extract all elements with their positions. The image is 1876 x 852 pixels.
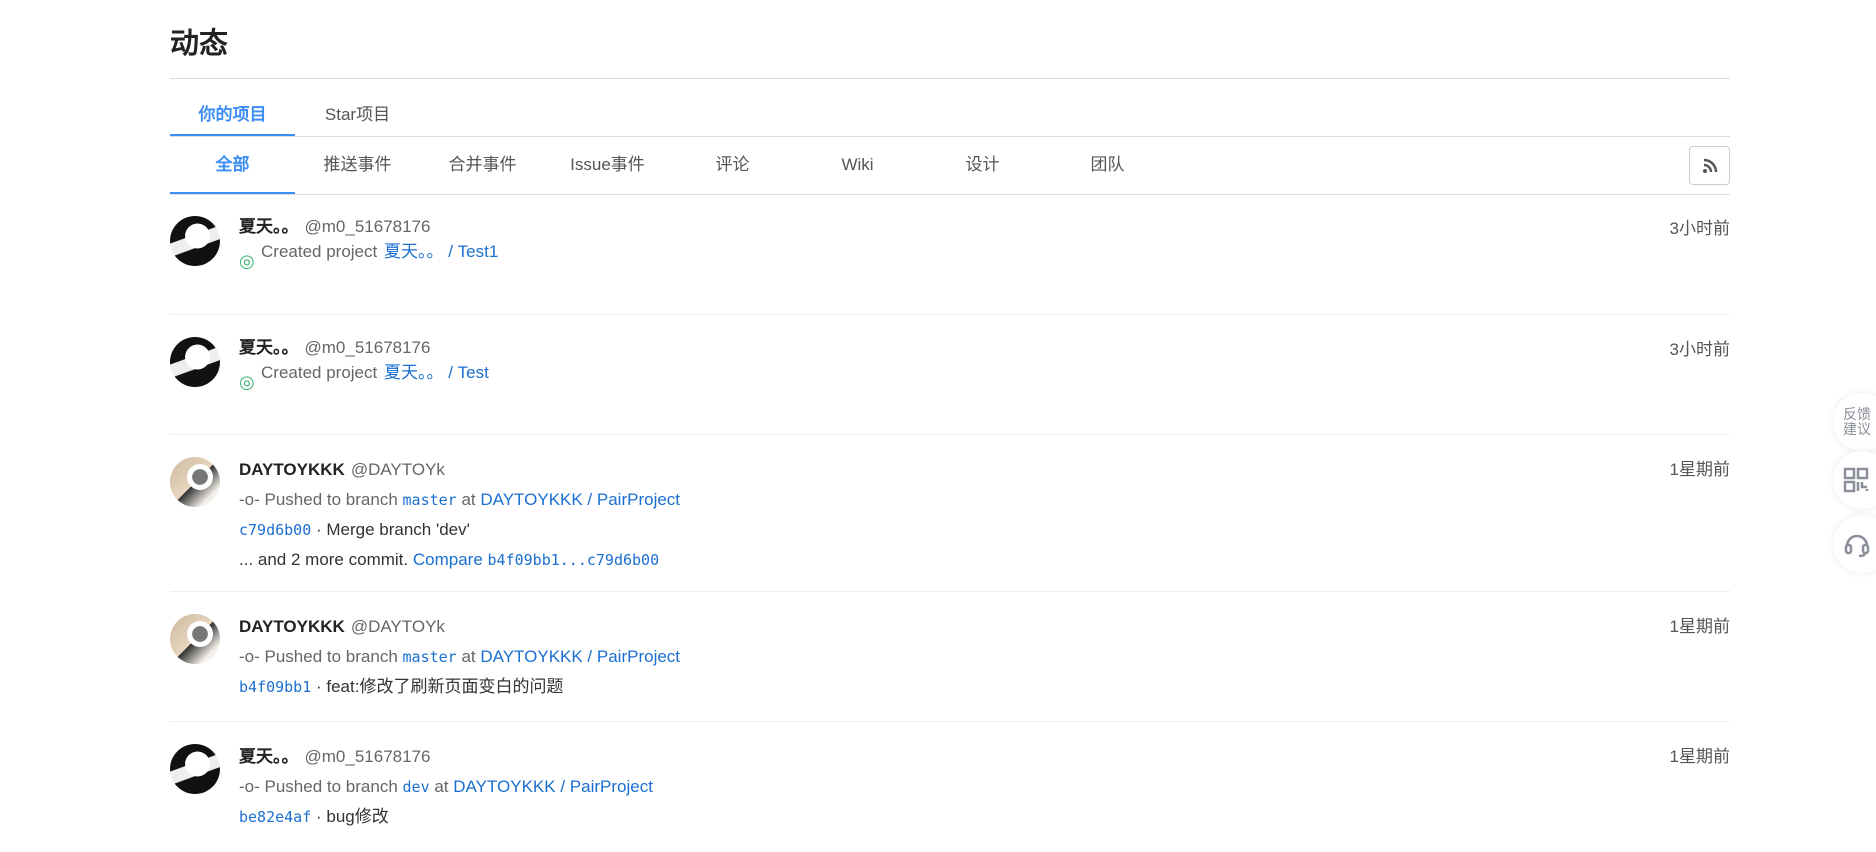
tab-star-projects[interactable]: Star项目	[295, 93, 420, 136]
feedback-label: 建议	[1843, 421, 1871, 437]
more-commits-text: ... and 2 more commit.	[239, 550, 409, 569]
action-text: Pushed to branch	[264, 647, 398, 666]
qr-code-icon	[1843, 467, 1869, 493]
avatar[interactable]	[170, 614, 220, 664]
filter-tabs: 全部 推送事件 合并事件 Issue事件 评论 Wiki 设计 团队	[170, 136, 1170, 194]
user-name[interactable]: DAYTOYKKK	[239, 617, 345, 636]
project-link[interactable]: 夏天。。 / Test1	[384, 239, 498, 274]
user-name[interactable]: 夏天。。	[239, 217, 299, 236]
commit-icon: -o-	[239, 647, 260, 666]
event-item: 夏天。。 @m0_51678176 -o- Pushed to branch de…	[170, 722, 1730, 852]
tab-wiki[interactable]: Wiki	[795, 136, 920, 194]
created-project-icon: ◎	[239, 372, 255, 392]
action-text: Pushed to branch	[264, 777, 398, 796]
commit-message: bug修改	[326, 807, 389, 826]
event-item: 夏天。。 @m0_51678176 ◎ Created project 夏天。。 …	[170, 315, 1730, 435]
main-tabs: 你的项目 Star项目	[170, 93, 420, 136]
tab-team[interactable]: 团队	[1045, 136, 1170, 194]
tab-comments[interactable]: 评论	[670, 136, 795, 194]
commit-hash-link[interactable]: b4f09bb1	[239, 678, 311, 696]
action-text: Created project	[261, 242, 378, 261]
user-name[interactable]: DAYTOYKKK	[239, 460, 345, 479]
project-link[interactable]: 夏天。。 / Test	[384, 360, 489, 395]
action-text: Created project	[261, 363, 378, 382]
commit-icon: -o-	[239, 777, 260, 796]
at-text: at	[461, 647, 476, 666]
user-name[interactable]: 夏天。。	[239, 338, 299, 357]
avatar[interactable]	[170, 744, 220, 794]
commit-hash-link[interactable]: c79d6b00	[239, 521, 311, 539]
tab-push-events[interactable]: 推送事件	[295, 136, 420, 194]
qr-code-button[interactable]	[1833, 451, 1876, 509]
avatar[interactable]	[170, 457, 220, 507]
page-title: 动态	[170, 28, 229, 60]
avatar[interactable]	[170, 337, 220, 387]
compare-range: b4f09bb1...c79d6b00	[487, 551, 660, 569]
user-handle: @m0_51678176	[304, 217, 431, 236]
branch-link[interactable]: dev	[403, 778, 430, 796]
headset-icon	[1844, 534, 1870, 558]
compare-label: Compare	[412, 550, 483, 569]
commit-message: feat:修改了刷新页面变白的问题	[326, 677, 564, 696]
branch-link[interactable]: master	[403, 648, 457, 666]
tab-your-projects[interactable]: 你的项目	[170, 93, 295, 136]
created-project-icon: ◎	[239, 251, 255, 271]
branch-link[interactable]: master	[403, 491, 457, 509]
tab-all[interactable]: 全部	[170, 136, 295, 194]
user-handle: @m0_51678176	[304, 338, 431, 357]
user-handle: @DAYTOYk	[350, 617, 445, 636]
project-link[interactable]: DAYTOYKKK / PairProject	[453, 777, 653, 796]
feedback-label: 反馈	[1843, 406, 1871, 422]
tab-issue-events[interactable]: Issue事件	[545, 136, 670, 194]
avatar[interactable]	[170, 216, 220, 266]
at-text: at	[434, 777, 449, 796]
tab-design[interactable]: 设计	[920, 136, 1045, 194]
user-handle: @m0_51678176	[304, 747, 431, 766]
commit-message: Merge branch 'dev'	[326, 520, 470, 539]
event-time: 1星期前	[1669, 617, 1730, 636]
at-text: at	[461, 490, 476, 509]
rss-icon	[1702, 158, 1717, 173]
customer-service-button[interactable]	[1833, 515, 1876, 573]
tab-merge-events[interactable]: 合并事件	[420, 136, 545, 194]
feedback-button[interactable]: 反馈 建议	[1833, 393, 1876, 451]
event-time: 1星期前	[1669, 460, 1730, 479]
event-time: 3小时前	[1669, 340, 1730, 359]
event-item: DAYTOYKKK @DAYTOYk -o- Pushed to branch m…	[170, 435, 1730, 592]
project-link[interactable]: DAYTOYKKK / PairProject	[480, 647, 680, 666]
commit-icon: -o-	[239, 490, 260, 509]
action-text: Pushed to branch	[264, 490, 398, 509]
rss-button[interactable]	[1689, 146, 1730, 185]
user-handle: @DAYTOYk	[350, 460, 445, 479]
user-name[interactable]: 夏天。。	[239, 747, 299, 766]
event-item: DAYTOYKKK @DAYTOYk -o- Pushed to branch m…	[170, 592, 1730, 722]
event-time: 1星期前	[1669, 747, 1730, 766]
divider	[170, 78, 1730, 79]
event-item: 夏天。。 @m0_51678176 ◎ Created project 夏天。。 …	[170, 194, 1730, 315]
compare-link[interactable]: Compare b4f09bb1...c79d6b00	[413, 550, 659, 569]
project-link[interactable]: DAYTOYKKK / PairProject	[480, 490, 680, 509]
commit-hash-link[interactable]: be82e4af	[239, 808, 311, 826]
event-time: 3小时前	[1669, 219, 1730, 238]
